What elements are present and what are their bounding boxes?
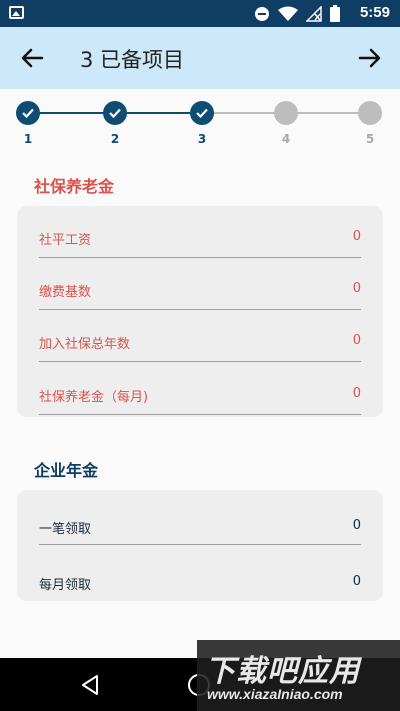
signal-icon [306,5,322,22]
progress-stepper: 1 2 3 4 5 [0,95,400,155]
pension-row-monthly-pension[interactable]: 社保养老金（每月) 0 [39,363,361,415]
annuity-row-lump-sum[interactable]: 一笔领取 0 [39,493,361,545]
app-bar: 3 已备项目 [0,27,400,89]
row-value[interactable]: 0 [353,229,361,244]
pension-row-total-years[interactable]: 加入社保总年数 0 [39,310,361,362]
arrow-right-icon[interactable] [356,44,384,72]
pension-row-avg-wage[interactable]: 社平工资 0 [39,206,361,258]
check-icon [109,108,121,118]
status-bar: 5:59 [0,0,400,27]
page-title: 3 已备项目 [80,48,185,72]
row-value[interactable]: 0 [353,386,361,401]
step-4[interactable] [274,101,298,125]
system-icons [254,5,340,22]
step-label: 5 [365,132,375,146]
wifi-icon [278,6,298,21]
row-value[interactable]: 0 [353,518,361,533]
step-5[interactable] [358,101,382,125]
watermark-url-text: www.xiazaIniao.com [207,686,343,702]
nav-back-icon[interactable] [80,674,100,696]
row-value[interactable]: 0 [353,281,361,296]
annuity-card: 一笔领取 0 每月领取 0 [17,490,383,601]
pension-row-contribution-base[interactable]: 缴费基数 0 [39,258,361,310]
row-label: 社平工资 [39,233,92,248]
check-icon [22,108,34,118]
watermark-main-text: 下载吧应用 [205,654,360,689]
divider [39,414,361,415]
row-value[interactable]: 0 [353,574,361,589]
row-value[interactable]: 0 [353,333,361,348]
pension-card: 社平工资 0 缴费基数 0 加入社保总年数 0 社保养老金（每月) 0 [17,206,383,417]
step-label: 2 [110,132,120,146]
check-icon [196,108,208,118]
annuity-section-title: 企业年金 [34,461,99,480]
row-label: 每月领取 [39,578,92,593]
row-label: 社保养老金（每月) [39,390,149,405]
watermark-logo: 下载吧应用 www.xiazaIniao.com [197,640,400,711]
step-label: 1 [23,132,33,146]
step-label: 4 [281,132,291,146]
arrow-left-icon[interactable] [18,44,46,72]
image-icon [9,6,24,19]
step-2[interactable] [103,101,127,125]
divider [39,544,361,545]
status-time: 5:59 [359,4,390,21]
row-label: 加入社保总年数 [39,337,131,352]
step-label: 3 [197,132,207,146]
annuity-row-monthly[interactable]: 每月领取 0 [39,549,361,601]
step-3[interactable] [190,101,214,125]
row-label: 一笔领取 [39,522,92,537]
pension-section-title: 社保养老金 [34,177,115,196]
battery-icon [330,5,340,22]
divider [39,361,361,362]
step-1[interactable] [16,101,40,125]
row-label: 缴费基数 [39,285,92,300]
do-not-disturb-icon [255,6,269,21]
